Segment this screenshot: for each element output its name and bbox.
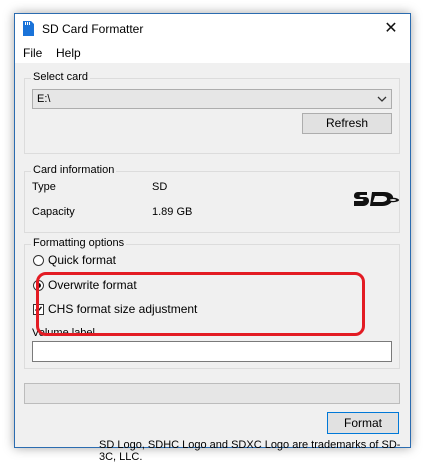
sd-card-formatter-window: SD Card Formatter ✕ File Help Select car… xyxy=(14,13,411,463)
drive-select-value: E:\ xyxy=(37,93,51,105)
drive-select[interactable]: E:\ xyxy=(32,89,392,109)
capacity-value: 1.89 GB xyxy=(152,206,193,218)
card-information-label: Card information xyxy=(31,164,117,176)
format-button[interactable]: Format xyxy=(327,412,399,434)
quick-format-radio[interactable] xyxy=(33,255,44,266)
menu-bar: File Help xyxy=(15,44,410,63)
refresh-button[interactable]: Refresh xyxy=(302,113,392,134)
menu-file[interactable]: File xyxy=(23,46,42,60)
formatting-options-label: Formatting options xyxy=(31,237,127,249)
trademark-footer: SD Logo, SDHC Logo and SDXC Logo are tra… xyxy=(99,439,401,463)
sd-logo xyxy=(354,192,399,206)
chevron-down-icon xyxy=(377,96,387,102)
card-information-group: Card information xyxy=(24,164,400,233)
close-icon: ✕ xyxy=(384,20,398,37)
title-bar: SD Card Formatter ✕ xyxy=(15,14,410,44)
volume-label-input[interactable] xyxy=(32,341,392,362)
window-title: SD Card Formatter xyxy=(42,22,144,36)
select-card-label: Select card xyxy=(31,71,91,83)
format-progress-bar xyxy=(24,383,400,404)
type-label: Type xyxy=(32,181,56,193)
type-value: SD xyxy=(152,181,168,193)
annotation-highlight xyxy=(36,272,365,336)
capacity-label: Capacity xyxy=(32,206,75,218)
menu-help[interactable]: Help xyxy=(56,46,81,60)
quick-format-label[interactable]: Quick format xyxy=(48,253,116,267)
client-area: Select card E:\ Refresh Card information… xyxy=(15,63,410,463)
sd-card-icon xyxy=(23,21,34,36)
close-button[interactable]: ✕ xyxy=(376,18,406,40)
